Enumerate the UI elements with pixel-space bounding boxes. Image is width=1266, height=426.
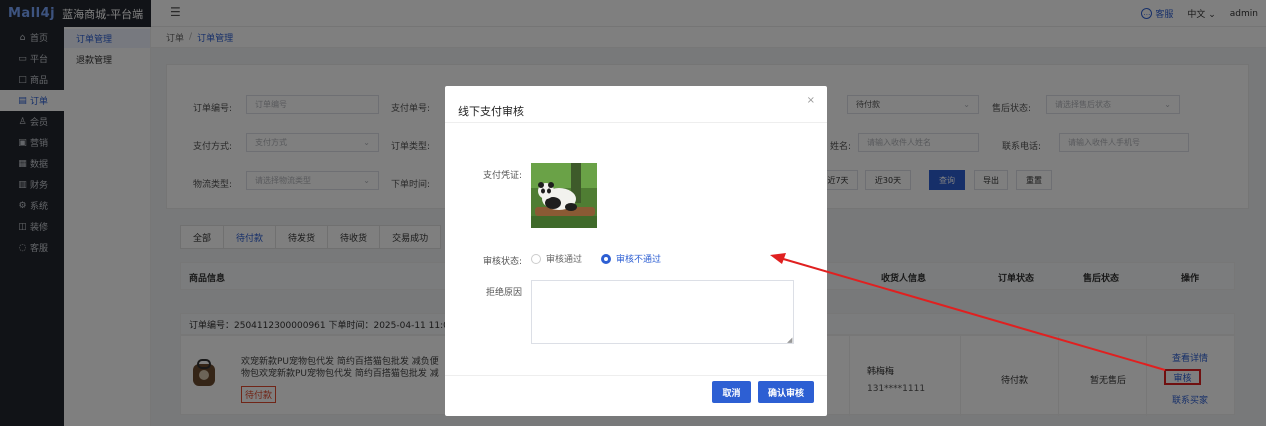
radio-checked-icon (601, 253, 611, 264)
cancel-button[interactable]: 取消 (712, 381, 751, 403)
reject-reason-textarea[interactable] (531, 280, 794, 344)
radio-audit-reject[interactable]: 审核不通过 (601, 252, 661, 265)
radio-unchecked-icon (531, 253, 541, 264)
divider (445, 122, 827, 123)
radio-audit-pass[interactable]: 审核通过 (531, 252, 582, 265)
payment-voucher-image[interactable] (531, 163, 597, 228)
close-icon[interactable]: × (807, 95, 815, 106)
divider (445, 375, 827, 376)
reject-reason-label: 拒绝原因 (486, 288, 523, 298)
radio-pass-label: 审核通过 (546, 255, 583, 265)
audit-status-label: 审核状态: (483, 257, 523, 267)
voucher-label: 支付凭证: (483, 171, 523, 181)
confirm-audit-button[interactable]: 确认审核 (758, 381, 814, 403)
offline-payment-audit-dialog: 线下支付审核 × 支付凭证: 审核状态: 审核通过 审核不通过 拒绝原因 ◢ 取… (445, 86, 827, 416)
radio-reject-label: 审核不通过 (616, 255, 662, 265)
dialog-title: 线下支付审核 (458, 105, 524, 118)
